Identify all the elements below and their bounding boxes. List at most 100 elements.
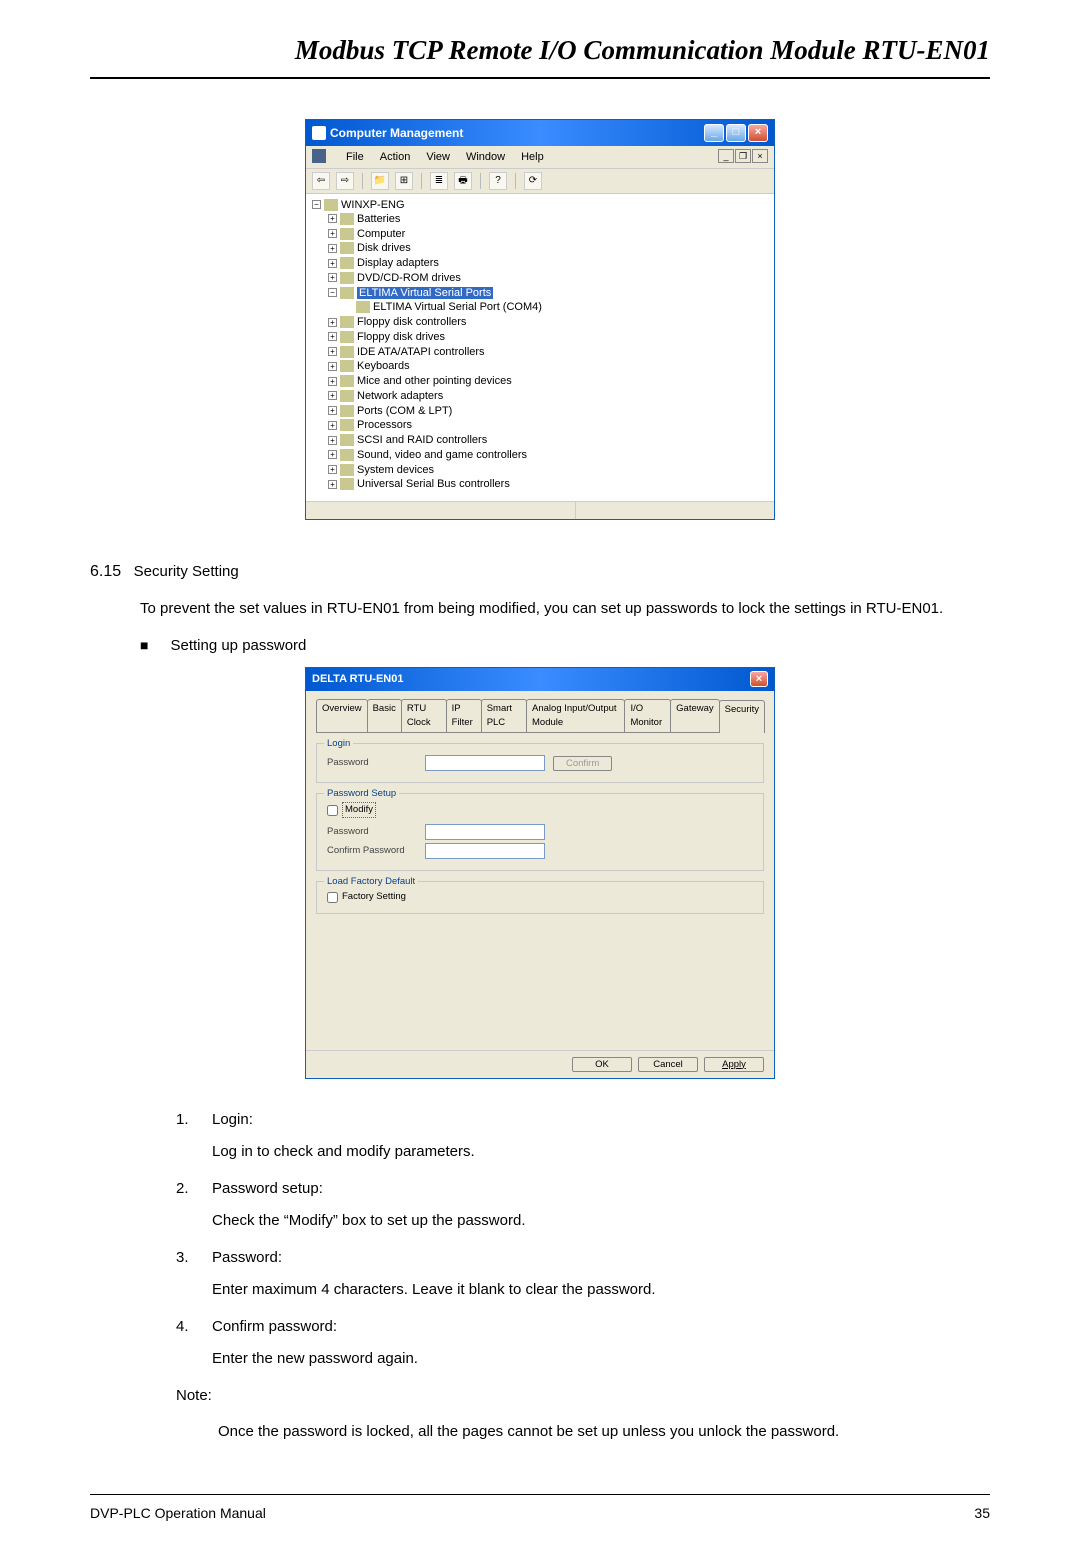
tab-gateway[interactable]: Gateway xyxy=(670,699,720,733)
tab-smart-plc[interactable]: Smart PLC xyxy=(481,699,527,733)
expand-icon[interactable]: + xyxy=(328,391,337,400)
bullet-text: Setting up password xyxy=(170,635,306,658)
nav-back-icon[interactable]: ⇦ xyxy=(312,172,330,190)
menu-window[interactable]: Window xyxy=(466,149,505,166)
view-icon[interactable]: ⊞ xyxy=(395,172,413,190)
tree-item[interactable]: Batteries xyxy=(357,213,400,225)
list-item: 2. Password setup: Check the “Modify” bo… xyxy=(176,1178,990,1233)
collapse-icon[interactable]: − xyxy=(312,200,321,209)
refresh-icon[interactable]: ⟳ xyxy=(524,172,542,190)
expand-icon[interactable]: + xyxy=(328,480,337,489)
mdi-close[interactable]: × xyxy=(752,149,768,163)
item-desc: Log in to check and modify parameters. xyxy=(212,1141,475,1164)
confirm-password-field[interactable] xyxy=(425,843,545,859)
factory-checkbox[interactable] xyxy=(327,892,338,903)
expand-icon[interactable]: + xyxy=(328,421,337,430)
help-icon[interactable]: ? xyxy=(489,172,507,190)
tree-item[interactable]: SCSI and RAID controllers xyxy=(357,434,487,446)
tree-item[interactable]: Disk drives xyxy=(357,242,411,254)
mdi-restore[interactable]: ❐ xyxy=(735,149,751,163)
menu-help[interactable]: Help xyxy=(521,149,544,166)
section-heading: 6.15 Security Setting xyxy=(90,560,990,584)
collapse-icon[interactable]: − xyxy=(328,288,337,297)
login-password-label: Password xyxy=(327,756,417,770)
tree-item[interactable]: Keyboards xyxy=(357,360,410,372)
modify-checkbox[interactable] xyxy=(327,805,338,816)
apply-button[interactable]: Apply xyxy=(704,1057,764,1072)
tab-io-monitor[interactable]: I/O Monitor xyxy=(624,699,671,733)
tab-basic[interactable]: Basic xyxy=(367,699,402,733)
setup-password-field[interactable] xyxy=(425,824,545,840)
expand-icon[interactable]: + xyxy=(328,244,337,253)
dm-statusbar xyxy=(306,501,774,519)
tree-item[interactable]: Display adapters xyxy=(357,257,439,269)
tree-item[interactable]: Ports (COM & LPT) xyxy=(357,405,452,417)
minimize-button[interactable]: _ xyxy=(704,124,724,142)
item-title: Confirm password: xyxy=(212,1316,418,1339)
item-title: Password setup: xyxy=(212,1178,525,1201)
footer-page-number: 35 xyxy=(974,1503,990,1524)
up-folder-icon[interactable]: 📁 xyxy=(371,172,389,190)
expand-icon[interactable]: + xyxy=(328,377,337,386)
factory-group-title: Load Factory Default xyxy=(324,875,418,889)
expand-icon[interactable]: + xyxy=(328,465,337,474)
cancel-button[interactable]: Cancel xyxy=(638,1057,698,1072)
mdi-minimize[interactable]: _ xyxy=(718,149,734,163)
expand-icon[interactable]: + xyxy=(328,259,337,268)
tree-item[interactable]: Floppy disk controllers xyxy=(357,316,466,328)
dm-titlebar: Computer Management _ □ × xyxy=(306,120,774,146)
menu-view[interactable]: View xyxy=(426,149,450,166)
expand-icon[interactable]: + xyxy=(328,362,337,371)
item-title: Login: xyxy=(212,1109,475,1132)
tree-item[interactable]: DVD/CD-ROM drives xyxy=(357,272,461,284)
sep xyxy=(515,173,516,189)
network-icon xyxy=(340,390,354,402)
close-button[interactable]: × xyxy=(748,124,768,142)
tab-ip-filter[interactable]: IP Filter xyxy=(446,699,482,733)
confirm-button[interactable]: Confirm xyxy=(553,756,612,771)
tab-analog[interactable]: Analog Input/Output Module xyxy=(526,699,625,733)
disk-icon xyxy=(340,242,354,254)
tree-item[interactable]: Sound, video and game controllers xyxy=(357,449,527,461)
close-button[interactable]: × xyxy=(750,671,768,687)
sep xyxy=(480,173,481,189)
item-number: 3. xyxy=(176,1247,194,1302)
menu-file[interactable]: File xyxy=(346,149,364,166)
tree-item[interactable]: Universal Serial Bus controllers xyxy=(357,478,510,490)
device-tree[interactable]: − WINXP-ENG + Batteries + Computer + Disk dr… xyxy=(306,194,774,501)
dvd-icon xyxy=(340,272,354,284)
menu-action[interactable]: Action xyxy=(380,149,411,166)
expand-icon[interactable]: + xyxy=(328,332,337,341)
sound-icon xyxy=(340,449,354,461)
tree-item[interactable]: System devices xyxy=(357,464,434,476)
expand-icon[interactable]: + xyxy=(328,318,337,327)
tree-item[interactable]: Floppy disk drives xyxy=(357,331,445,343)
nav-fwd-icon[interactable]: ⇨ xyxy=(336,172,354,190)
tree-item[interactable]: ELTIMA Virtual Serial Port (COM4) xyxy=(373,301,542,313)
list-item: 1. Login: Log in to check and modify par… xyxy=(176,1109,990,1164)
expand-icon[interactable]: + xyxy=(328,406,337,415)
expand-icon[interactable]: + xyxy=(328,214,337,223)
tree-root[interactable]: WINXP-ENG xyxy=(341,199,405,211)
tab-overview[interactable]: Overview xyxy=(316,699,368,733)
expand-icon[interactable]: + xyxy=(328,347,337,356)
maximize-button[interactable]: □ xyxy=(726,124,746,142)
tab-rtu-clock[interactable]: RTU Clock xyxy=(401,699,447,733)
expand-icon[interactable]: + xyxy=(328,273,337,282)
expand-icon[interactable]: + xyxy=(328,436,337,445)
tree-item[interactable]: Network adapters xyxy=(357,390,443,402)
tree-item[interactable]: IDE ATA/ATAPI controllers xyxy=(357,346,485,358)
print-icon[interactable]: 🖶 xyxy=(454,172,472,190)
computer-icon xyxy=(324,199,338,211)
login-password-field[interactable] xyxy=(425,755,545,771)
expand-icon[interactable]: + xyxy=(328,229,337,238)
pc-icon xyxy=(340,228,354,240)
tab-security[interactable]: Security xyxy=(719,700,765,734)
tree-item[interactable]: Processors xyxy=(357,419,412,431)
properties-icon[interactable]: ≣ xyxy=(430,172,448,190)
tree-item[interactable]: Computer xyxy=(357,228,405,240)
expand-icon[interactable]: + xyxy=(328,450,337,459)
ok-button[interactable]: OK xyxy=(572,1057,632,1072)
tree-item[interactable]: Mice and other pointing devices xyxy=(357,375,512,387)
tree-item-selected[interactable]: ELTIMA Virtual Serial Ports xyxy=(357,287,493,299)
